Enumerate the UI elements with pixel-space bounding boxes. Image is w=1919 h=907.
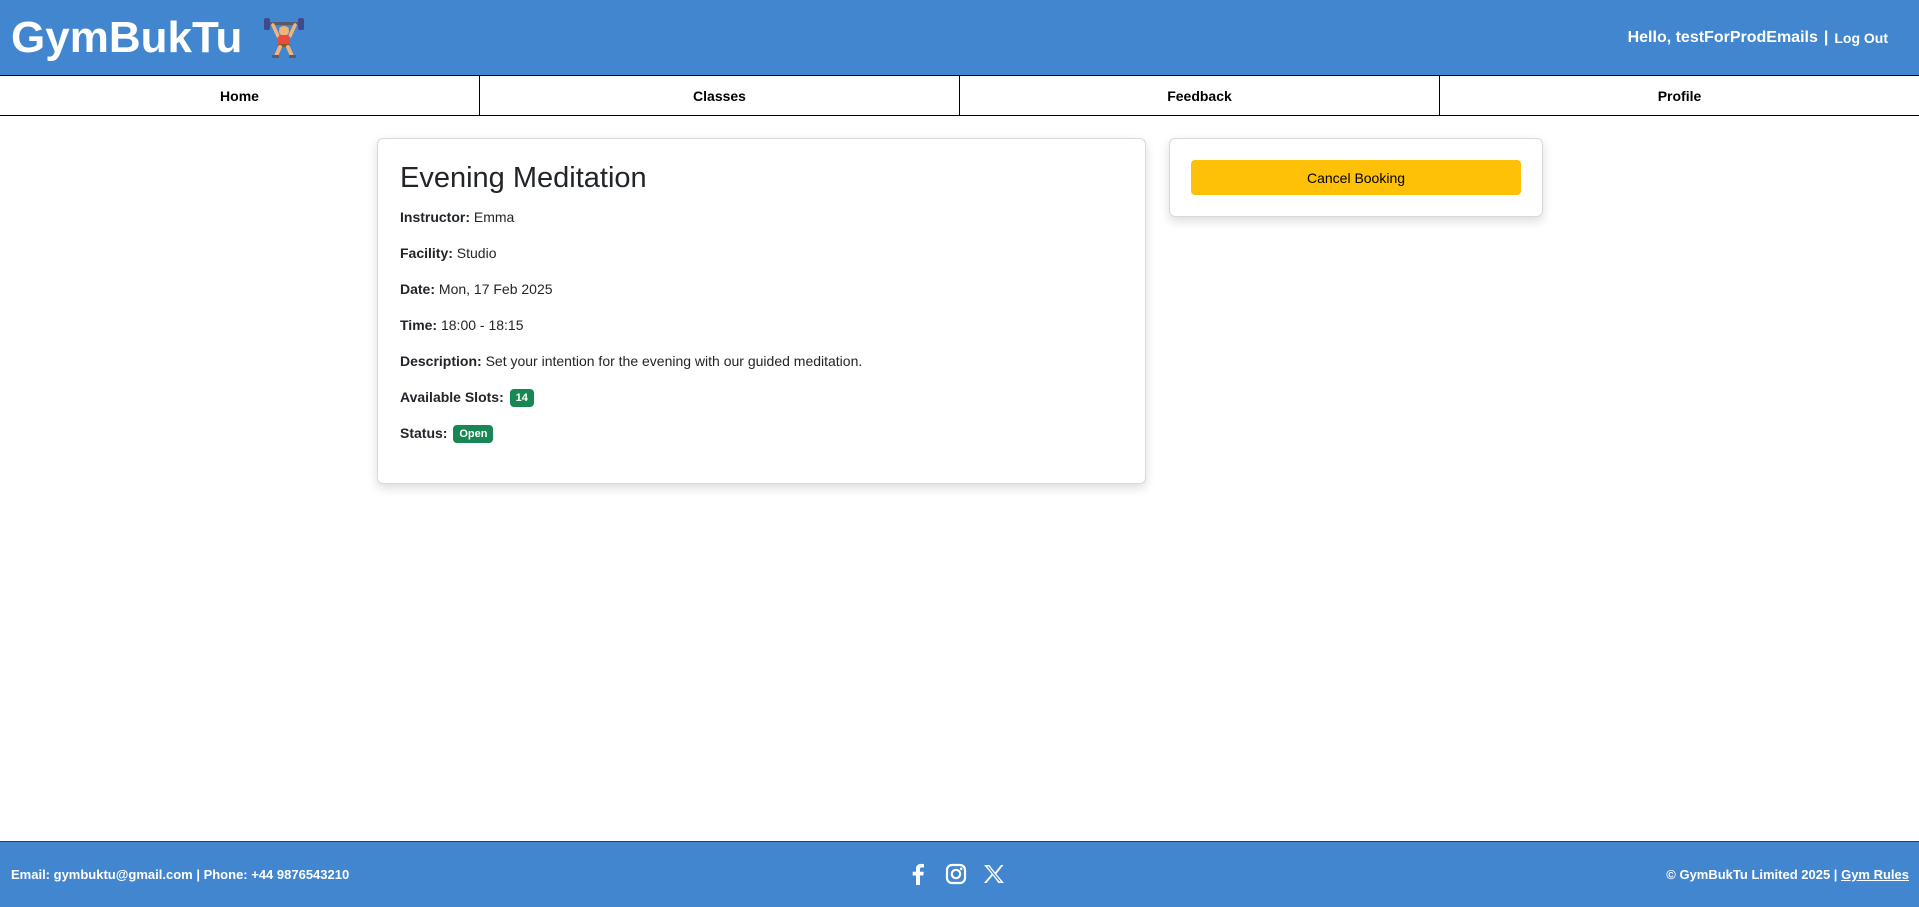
brand[interactable]: GymBukTu bbox=[0, 13, 306, 63]
cancel-booking-button[interactable]: Cancel Booking bbox=[1191, 160, 1521, 195]
slots-row: Available Slots: 14 bbox=[400, 389, 1123, 407]
footer-legal: © GymBukTu Limited 2025 | Gym Rules bbox=[1666, 867, 1909, 882]
footer-social-links bbox=[906, 862, 1020, 886]
nav-item-classes[interactable]: Classes bbox=[480, 76, 960, 115]
status-label: Status: bbox=[400, 425, 448, 441]
date-value: Mon, 17 Feb 2025 bbox=[438, 281, 553, 297]
nav-item-home[interactable]: Home bbox=[0, 76, 480, 115]
facility-label: Facility: bbox=[400, 245, 453, 261]
gym-rules-link[interactable]: Gym Rules bbox=[1841, 867, 1909, 882]
status-badge: Open bbox=[453, 425, 494, 443]
instagram-icon[interactable] bbox=[944, 862, 968, 886]
time-row: Time: 18:00 - 18:15 bbox=[400, 317, 1123, 333]
brand-title[interactable]: GymBukTu bbox=[11, 13, 242, 63]
weightlifter-icon bbox=[262, 16, 306, 60]
facebook-icon[interactable] bbox=[906, 862, 930, 886]
main-nav: Home Classes Feedback Profile bbox=[0, 75, 1919, 116]
description-label: Description: bbox=[400, 353, 482, 369]
facility-value: Studio bbox=[456, 245, 497, 261]
copyright-text: © GymBukTu Limited 2025 | bbox=[1666, 867, 1838, 882]
description-row: Description: Set your intention for the … bbox=[400, 353, 1123, 369]
facility-row: Facility: Studio bbox=[400, 245, 1123, 261]
nav-item-feedback[interactable]: Feedback bbox=[960, 76, 1440, 115]
header-bar: GymBukTu Hello, testForProdEmails | Log … bbox=[0, 0, 1919, 75]
booking-actions-card: Cancel Booking bbox=[1169, 138, 1543, 217]
page: GymBukTu Hello, testForProdEmails | Log … bbox=[0, 0, 1919, 907]
class-details-card: Evening Meditation Instructor: Emma Faci… bbox=[377, 138, 1146, 484]
status-row: Status: Open bbox=[400, 425, 1123, 443]
date-row: Date: Mon, 17 Feb 2025 bbox=[400, 281, 1123, 297]
logout-link[interactable]: Log Out bbox=[1834, 29, 1888, 46]
slots-badge: 14 bbox=[509, 389, 534, 407]
footer: Email: gymbuktu@gmail.com | Phone: +44 9… bbox=[0, 841, 1919, 907]
instructor-value: Emma bbox=[473, 209, 515, 225]
header-separator: | bbox=[1823, 28, 1829, 46]
instructor-row: Instructor: Emma bbox=[400, 209, 1123, 225]
user-area: Hello, testForProdEmails | Log Out bbox=[1628, 29, 1919, 47]
slots-label: Available Slots: bbox=[400, 389, 504, 405]
class-title: Evening Meditation bbox=[400, 162, 647, 194]
description-value: Set your intention for the evening with … bbox=[485, 353, 863, 369]
x-twitter-icon[interactable] bbox=[982, 862, 1006, 886]
user-greeting: Hello, testForProdEmails bbox=[1627, 28, 1818, 46]
time-value: 18:00 - 18:15 bbox=[440, 317, 524, 333]
time-label: Time: bbox=[400, 317, 438, 333]
footer-contact: Email: gymbuktu@gmail.com | Phone: +44 9… bbox=[11, 867, 350, 882]
date-label: Date: bbox=[400, 281, 436, 297]
nav-item-profile[interactable]: Profile bbox=[1440, 76, 1919, 115]
instructor-label: Instructor: bbox=[400, 209, 470, 225]
